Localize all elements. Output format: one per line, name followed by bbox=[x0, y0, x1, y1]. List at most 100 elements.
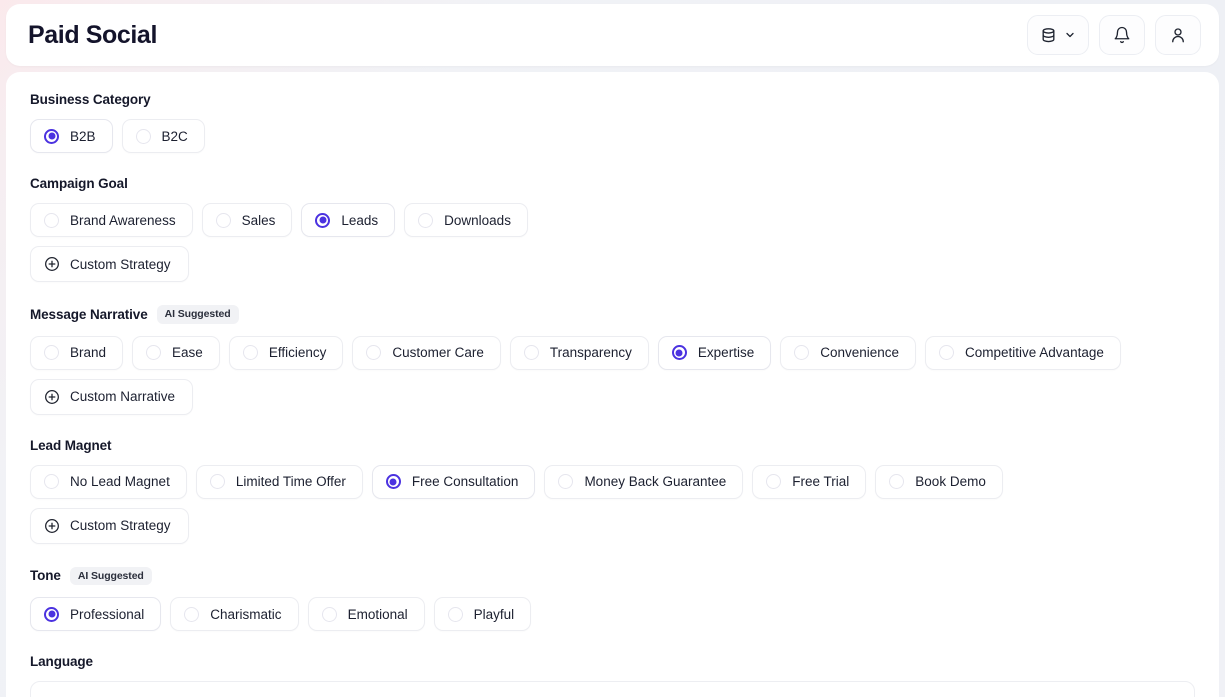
radio-unselected-icon[interactable] bbox=[889, 474, 905, 489]
option-label: Competitive Advantage bbox=[965, 345, 1104, 360]
option-label: No Lead Magnet bbox=[70, 474, 170, 489]
option-chip[interactable]: Convenience bbox=[780, 335, 917, 370]
custom-option-label: Custom Narrative bbox=[70, 389, 176, 404]
radio-unselected-icon[interactable] bbox=[44, 474, 59, 489]
option-chip[interactable]: Playful bbox=[433, 597, 532, 631]
lead-magnet-label-row: Lead Magnet bbox=[30, 438, 1195, 453]
option-label: Expertise bbox=[697, 345, 755, 360]
page-title: Paid Social bbox=[28, 20, 157, 49]
notifications-button[interactable] bbox=[1099, 15, 1145, 55]
plus-circle-icon bbox=[45, 257, 59, 271]
radio-unselected-icon[interactable] bbox=[939, 345, 955, 360]
header-actions bbox=[1027, 15, 1201, 55]
option-label: Customer Care bbox=[392, 345, 484, 360]
radio-selected-icon[interactable] bbox=[315, 212, 331, 228]
radio-unselected-icon[interactable] bbox=[558, 474, 574, 489]
option-chip[interactable]: No Lead Magnet bbox=[30, 464, 187, 499]
radio-selected-icon[interactable] bbox=[44, 606, 59, 622]
radio-unselected-icon[interactable] bbox=[523, 345, 539, 360]
field-group-lead-magnet: Lead Magnet No Lead Magnet Limited Time Of… bbox=[30, 438, 1195, 563]
radio-unselected-icon[interactable] bbox=[242, 345, 258, 360]
option-chip[interactable]: Brand bbox=[30, 335, 124, 370]
language-input[interactable] bbox=[30, 681, 1195, 697]
business-category-options: B2B B2C bbox=[30, 119, 1195, 153]
option-chip[interactable]: Brand Awareness bbox=[30, 203, 193, 237]
message-narrative-custom-row: Custom Narrative bbox=[30, 378, 1195, 415]
option-label: Book Demo bbox=[915, 474, 986, 489]
option-label: Professional bbox=[70, 606, 145, 622]
option-label: Brand bbox=[70, 345, 107, 360]
tone-options: Professional Charismatic Emotional Playful bbox=[30, 597, 1195, 631]
radio-selected-icon[interactable] bbox=[44, 128, 59, 144]
option-label: Leads bbox=[341, 212, 379, 228]
option-chip[interactable]: Competitive Advantage bbox=[925, 335, 1121, 370]
option-chip[interactable]: B2C bbox=[121, 119, 205, 153]
tone-label-row: Tone AI Suggested bbox=[30, 566, 1195, 585]
option-chip[interactable]: Leads bbox=[301, 203, 396, 237]
option-chip[interactable]: Limited Time Offer bbox=[195, 464, 363, 499]
workspace-switcher-button[interactable] bbox=[1027, 15, 1089, 55]
bell-icon bbox=[1113, 26, 1131, 44]
option-chip[interactable]: Ease bbox=[132, 335, 220, 370]
option-chip[interactable]: Charismatic bbox=[170, 597, 299, 631]
custom-option-button[interactable]: Custom Narrative bbox=[30, 378, 194, 415]
radio-unselected-icon[interactable] bbox=[184, 606, 200, 622]
radio-unselected-icon[interactable] bbox=[321, 606, 337, 622]
option-chip[interactable]: Free Trial bbox=[752, 464, 867, 499]
option-chip[interactable]: Customer Care bbox=[352, 335, 501, 370]
option-chip[interactable]: Book Demo bbox=[875, 464, 1003, 499]
radio-unselected-icon[interactable] bbox=[366, 345, 382, 360]
field-group-message-narrative: Message Narrative AI Suggested Brand Ease Ef… bbox=[30, 305, 1195, 434]
option-chip[interactable]: Transparency bbox=[509, 335, 649, 370]
option-chip[interactable]: Money Back Guarantee bbox=[544, 464, 744, 499]
option-chip[interactable]: Emotional bbox=[307, 597, 425, 631]
campaign-goal-label: Campaign Goal bbox=[30, 176, 128, 191]
radio-unselected-icon[interactable] bbox=[135, 128, 151, 144]
campaign-goal-custom-row: Custom Strategy bbox=[30, 246, 1195, 282]
radio-unselected-icon[interactable] bbox=[418, 212, 434, 228]
radio-unselected-icon[interactable] bbox=[44, 212, 59, 228]
lead-magnet-label: Lead Magnet bbox=[30, 437, 112, 453]
field-group-tone: Tone AI Suggested Professional Charismatic E… bbox=[30, 566, 1195, 651]
option-chip[interactable]: B2B bbox=[30, 119, 113, 153]
field-group-campaign-goal: Campaign Goal Brand Awareness Sales Leads Do… bbox=[30, 176, 1195, 301]
option-chip[interactable]: Free Consultation bbox=[371, 464, 536, 499]
option-chip[interactable]: Professional bbox=[30, 597, 162, 631]
lead-magnet-custom-row: Custom Strategy bbox=[30, 507, 1195, 544]
option-chip[interactable]: Efficiency bbox=[228, 335, 344, 370]
plus-circle-icon bbox=[45, 389, 59, 404]
radio-unselected-icon[interactable] bbox=[209, 474, 225, 489]
option-chip[interactable]: Expertise bbox=[657, 335, 772, 370]
account-button[interactable] bbox=[1155, 15, 1201, 55]
radio-unselected-icon[interactable] bbox=[794, 345, 810, 360]
message-narrative-label: Message Narrative bbox=[30, 306, 148, 322]
radio-unselected-icon[interactable] bbox=[766, 474, 782, 489]
database-icon bbox=[1040, 27, 1057, 44]
business-category-label: Business Category bbox=[30, 92, 151, 107]
radio-selected-icon[interactable] bbox=[385, 474, 401, 489]
custom-option-label: Custom Strategy bbox=[70, 518, 171, 533]
option-chip[interactable]: Downloads bbox=[404, 203, 528, 237]
option-label: Downloads bbox=[444, 212, 511, 228]
custom-option-button[interactable]: Custom Strategy bbox=[30, 246, 189, 282]
radio-unselected-icon[interactable] bbox=[44, 345, 59, 360]
lead-magnet-options: No Lead Magnet Limited Time Offer Free Con… bbox=[30, 464, 1195, 499]
radio-unselected-icon[interactable] bbox=[146, 345, 162, 360]
option-label: Transparency bbox=[549, 345, 632, 360]
option-chip[interactable]: Sales bbox=[201, 203, 293, 237]
option-label: B2B bbox=[70, 128, 96, 144]
radio-selected-icon[interactable] bbox=[671, 345, 687, 360]
radio-unselected-icon[interactable] bbox=[447, 606, 463, 622]
radio-unselected-icon[interactable] bbox=[215, 212, 231, 228]
campaign-settings-panel: Business Category B2B B2C Campaign Goal Bran… bbox=[6, 72, 1219, 697]
language-label-row: Language bbox=[30, 654, 1195, 669]
plus-circle-icon bbox=[45, 518, 59, 533]
custom-option-button[interactable]: Custom Strategy bbox=[30, 507, 189, 544]
user-icon bbox=[1169, 26, 1187, 44]
option-label: Brand Awareness bbox=[70, 212, 176, 228]
custom-option-label: Custom Strategy bbox=[70, 256, 171, 272]
